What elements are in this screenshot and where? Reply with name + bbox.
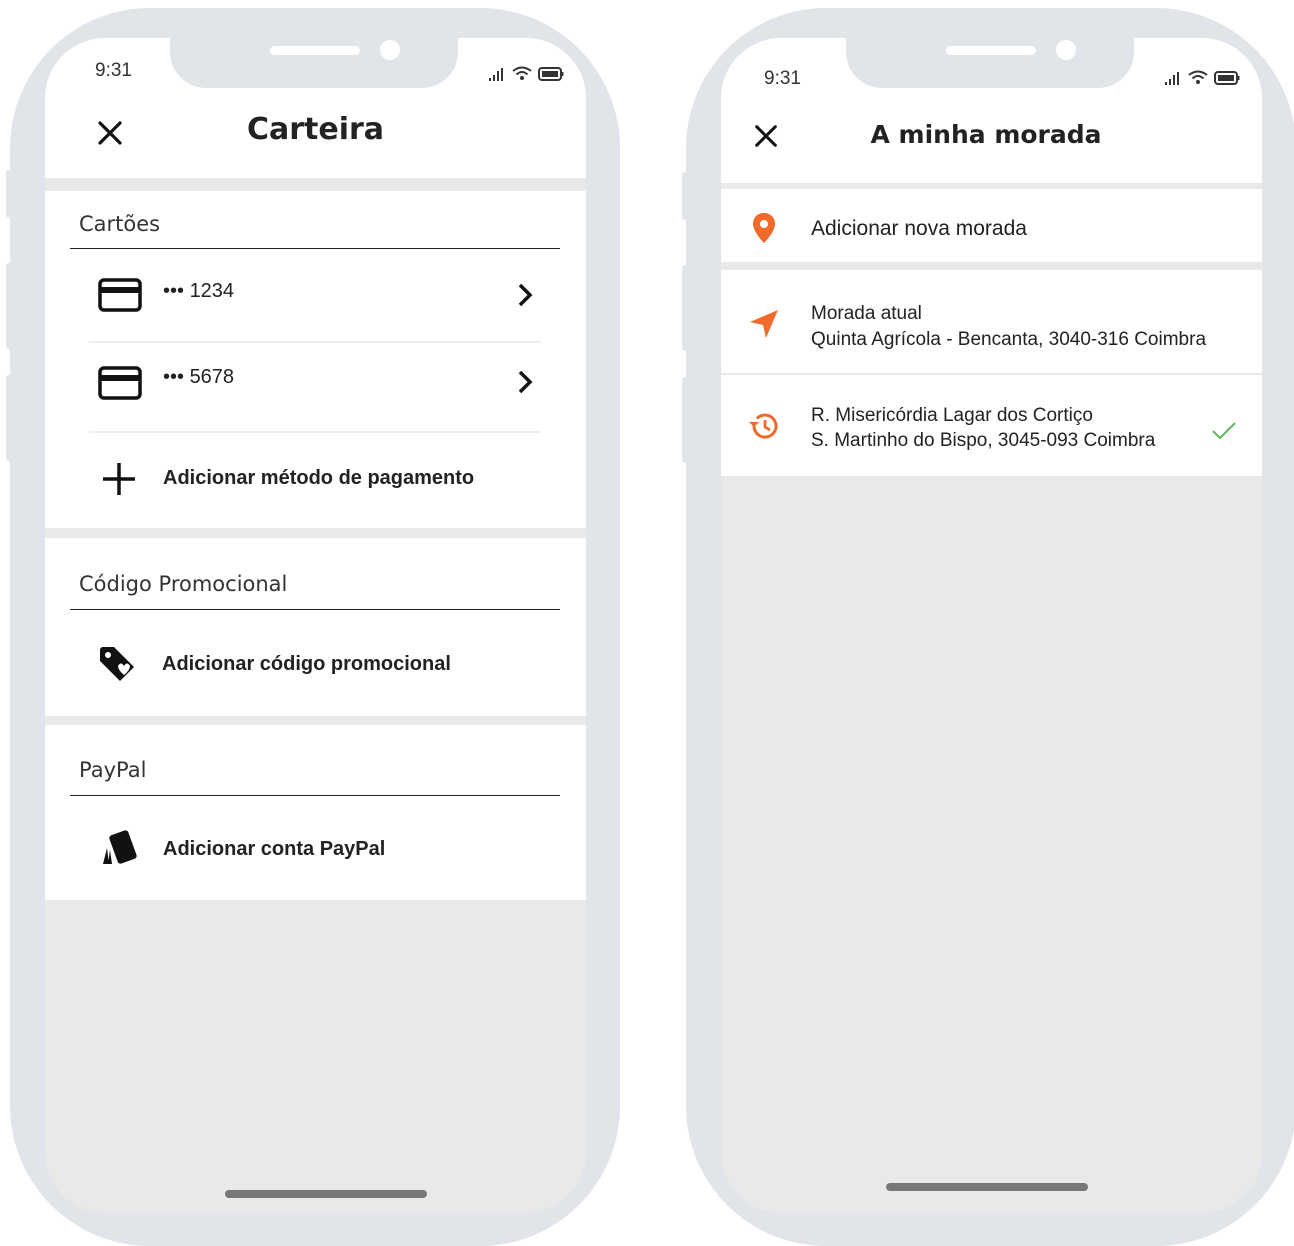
side-button bbox=[682, 265, 690, 351]
speaker bbox=[946, 46, 1036, 55]
close-icon[interactable] bbox=[752, 122, 780, 150]
tag-icon bbox=[100, 647, 134, 681]
add-payment-method-label: Adicionar método de pagamento bbox=[163, 467, 475, 489]
plus-icon bbox=[103, 463, 135, 495]
side-button bbox=[6, 375, 14, 461]
section-label-promo: Código Promocional bbox=[79, 572, 288, 596]
cards-section: Cartões ••• 1234 ••• 5678 Adicionar méto… bbox=[45, 191, 586, 528]
side-button bbox=[682, 172, 690, 220]
notch bbox=[170, 38, 458, 88]
battery-icon bbox=[538, 66, 564, 81]
card-item[interactable]: ••• 5678 bbox=[45, 343, 586, 429]
side-button bbox=[682, 377, 690, 463]
recent-address-line2: S. Martinho do Bispo, 3045-093 Coimbra bbox=[811, 430, 1156, 451]
recent-address-item[interactable]: R. Misericórdia Lagar dos Cortiço S. Mar… bbox=[721, 375, 1262, 476]
chevron-right-icon bbox=[518, 370, 533, 394]
page-title: A minha morada bbox=[870, 120, 1102, 149]
credit-card-icon bbox=[98, 366, 142, 400]
phone-frame-wallet: 9:31 Carteira Cartões ••• 1234 ••• 5678 … bbox=[6, 8, 620, 1246]
promo-section: Código Promocional Adicionar código prom… bbox=[45, 538, 586, 716]
signal-icon bbox=[1165, 71, 1179, 85]
recent-address-line1: R. Misericórdia Lagar dos Cortiço bbox=[811, 405, 1093, 426]
speaker bbox=[270, 46, 360, 55]
status-time: 9:31 bbox=[95, 60, 132, 81]
page-title: Carteira bbox=[246, 112, 385, 147]
status-icons bbox=[1164, 70, 1240, 85]
camera bbox=[380, 40, 400, 60]
status-time: 9:31 bbox=[764, 68, 801, 89]
card-item[interactable]: ••• 1234 bbox=[45, 249, 586, 339]
status-icons bbox=[488, 66, 564, 81]
battery-icon bbox=[1214, 70, 1240, 85]
credit-card-icon bbox=[98, 278, 142, 312]
home-indicator[interactable] bbox=[886, 1183, 1088, 1191]
add-paypal-account-label: Adicionar conta PayPal bbox=[163, 838, 386, 860]
camera bbox=[1056, 40, 1076, 60]
history-icon bbox=[749, 413, 778, 439]
wallet-header: 9:31 Carteira bbox=[45, 38, 586, 178]
card-number: ••• 5678 bbox=[163, 366, 235, 388]
paypal-cards-icon bbox=[103, 830, 137, 864]
current-address-label: Morada atual bbox=[811, 303, 922, 324]
add-new-address-button[interactable]: Adicionar nova morada bbox=[721, 189, 1262, 262]
phone-frame-address: 9:31 A minha morada Adicionar nova morad… bbox=[682, 8, 1294, 1246]
notch bbox=[846, 38, 1134, 88]
location-pin-icon bbox=[753, 213, 775, 243]
checkmark-icon bbox=[1212, 422, 1236, 440]
home-indicator[interactable] bbox=[225, 1190, 427, 1198]
wallet-screen: 9:31 Carteira Cartões ••• 1234 ••• 5678 … bbox=[45, 38, 586, 1213]
side-button bbox=[6, 263, 14, 349]
add-promo-code-button[interactable]: Adicionar código promocional bbox=[45, 610, 586, 710]
add-paypal-account-button[interactable]: Adicionar conta PayPal bbox=[45, 796, 586, 896]
section-label-cards: Cartões bbox=[79, 212, 161, 236]
address-header: 9:31 A minha morada bbox=[721, 38, 1262, 183]
card-number: ••• 1234 bbox=[163, 280, 235, 302]
wifi-icon bbox=[1188, 70, 1208, 84]
wifi-icon bbox=[512, 66, 532, 80]
chevron-right-icon bbox=[518, 283, 533, 307]
current-address-item[interactable]: Morada atual Quinta Agrícola - Bencanta,… bbox=[721, 270, 1262, 373]
add-promo-code-label: Adicionar código promocional bbox=[162, 653, 451, 675]
section-label-paypal: PayPal bbox=[79, 758, 147, 782]
signal-icon bbox=[489, 67, 503, 81]
add-new-address-label: Adicionar nova morada bbox=[811, 217, 1027, 240]
current-address-value: Quinta Agrícola - Bencanta, 3040-316 Coi… bbox=[811, 329, 1207, 350]
paypal-section: PayPal Adicionar conta PayPal bbox=[45, 725, 586, 900]
address-screen: 9:31 A minha morada Adicionar nova morad… bbox=[721, 38, 1262, 1213]
side-button bbox=[6, 170, 14, 218]
add-payment-method-button[interactable]: Adicionar método de pagamento bbox=[45, 433, 586, 523]
navigation-arrow-icon bbox=[750, 310, 778, 338]
